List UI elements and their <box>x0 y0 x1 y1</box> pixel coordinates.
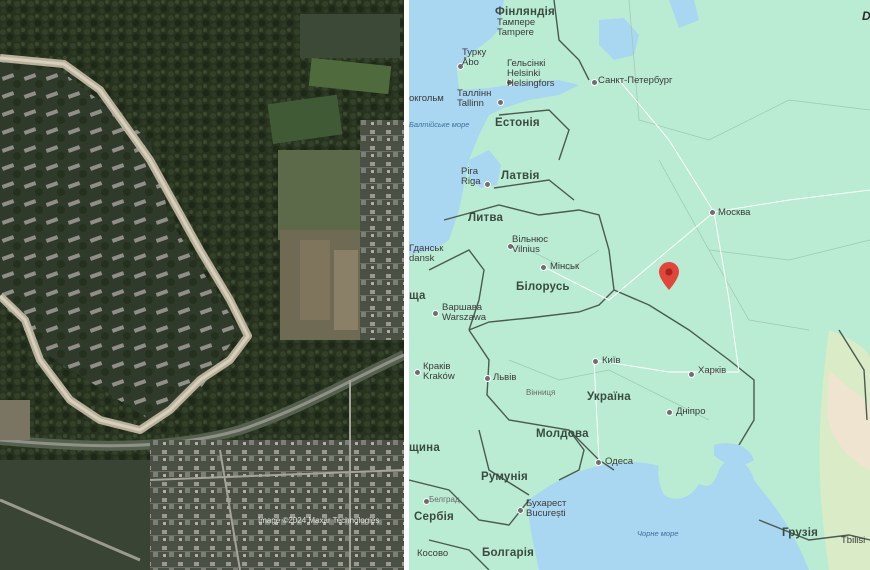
label-ukraine: Україна <box>587 391 631 403</box>
map-comparison: Image ©2024 Maxar Technologies Фінляндія… <box>0 0 870 570</box>
riga-dot <box>484 181 491 188</box>
label-kharkiv: Харків <box>698 365 727 376</box>
label-estonia: Естонія <box>495 117 540 129</box>
overview-map[interactable]: Фінляндія Естонія Латвія Литва Білорусь … <box>409 0 870 570</box>
label-minsk: Мінськ <box>550 261 580 272</box>
label-serbia: Сербія <box>414 511 454 523</box>
tallinn-dot <box>497 99 504 106</box>
kharkiv-dot <box>688 371 695 378</box>
label-tbilisi: Tbilisi <box>841 535 866 546</box>
label-krakow: Краків Kraków <box>423 361 455 382</box>
label-odesa: Одеса <box>605 456 634 467</box>
label-poland-partial: ща <box>409 290 426 302</box>
label-moscow: Москва <box>718 207 751 218</box>
kyiv-dot <box>592 358 599 365</box>
moscow-dot <box>709 209 716 216</box>
stpete-dot <box>591 79 598 86</box>
krakow-dot <box>414 369 421 376</box>
minsk-dot <box>540 264 547 271</box>
label-vilnius: Вільнюс Vilnius <box>512 234 549 255</box>
label-tallinn: Таллінн Tallinn <box>457 88 492 109</box>
label-kyiv: Київ <box>602 355 621 366</box>
label-gdansk: Гданськ dansk <box>409 243 444 264</box>
satellite-imagery <box>0 0 404 570</box>
dnipro-dot <box>666 409 673 416</box>
label-bucharest: Бухарест București <box>526 498 567 519</box>
warsaw-dot <box>432 310 439 317</box>
label-georgia: Грузія <box>782 527 819 539</box>
label-moldova: Молдова <box>536 428 589 440</box>
label-bulgaria: Болгарія <box>482 547 535 559</box>
label-stockholm: окгольм <box>409 93 444 104</box>
label-romania: Румунія <box>481 471 528 483</box>
satellite-view[interactable]: Image ©2024 Maxar Technologies <box>0 0 404 570</box>
imagery-credit: Image ©2024 Maxar Technologies <box>258 516 380 525</box>
label-corner: D <box>862 9 870 23</box>
label-belgrade: Белград <box>429 495 460 504</box>
label-latvia: Латвія <box>501 170 540 182</box>
label-lithuania: Литва <box>468 212 504 224</box>
label-helsinki: Гельсінкі Helsinki Helsingfors <box>507 58 555 89</box>
label-belarus: Білорусь <box>516 281 570 293</box>
label-st-petersburg: Санкт-Петербург <box>598 75 673 86</box>
label-kosovo: Косово <box>417 548 449 559</box>
label-turku: Турку Åbo <box>462 47 487 68</box>
label-warsaw: Варшава Warszawa <box>442 302 486 323</box>
label-dnipro: Дніпро <box>676 406 706 417</box>
label-tampere: Тампере Tampere <box>497 17 536 38</box>
label-vinnytsia: Вінниця <box>526 388 556 397</box>
label-baltic-sea: Балтійське море <box>409 120 470 129</box>
odesa-dot <box>595 459 602 466</box>
label-hungary-partial: щина <box>409 442 440 454</box>
label-riga: Ріга Riga <box>461 166 481 187</box>
location-pin-icon[interactable] <box>659 262 679 290</box>
bucharest-dot <box>517 507 524 514</box>
lviv-dot <box>484 375 491 382</box>
label-lviv: Львів <box>493 372 517 383</box>
label-black-sea: Чорне море <box>637 529 679 538</box>
